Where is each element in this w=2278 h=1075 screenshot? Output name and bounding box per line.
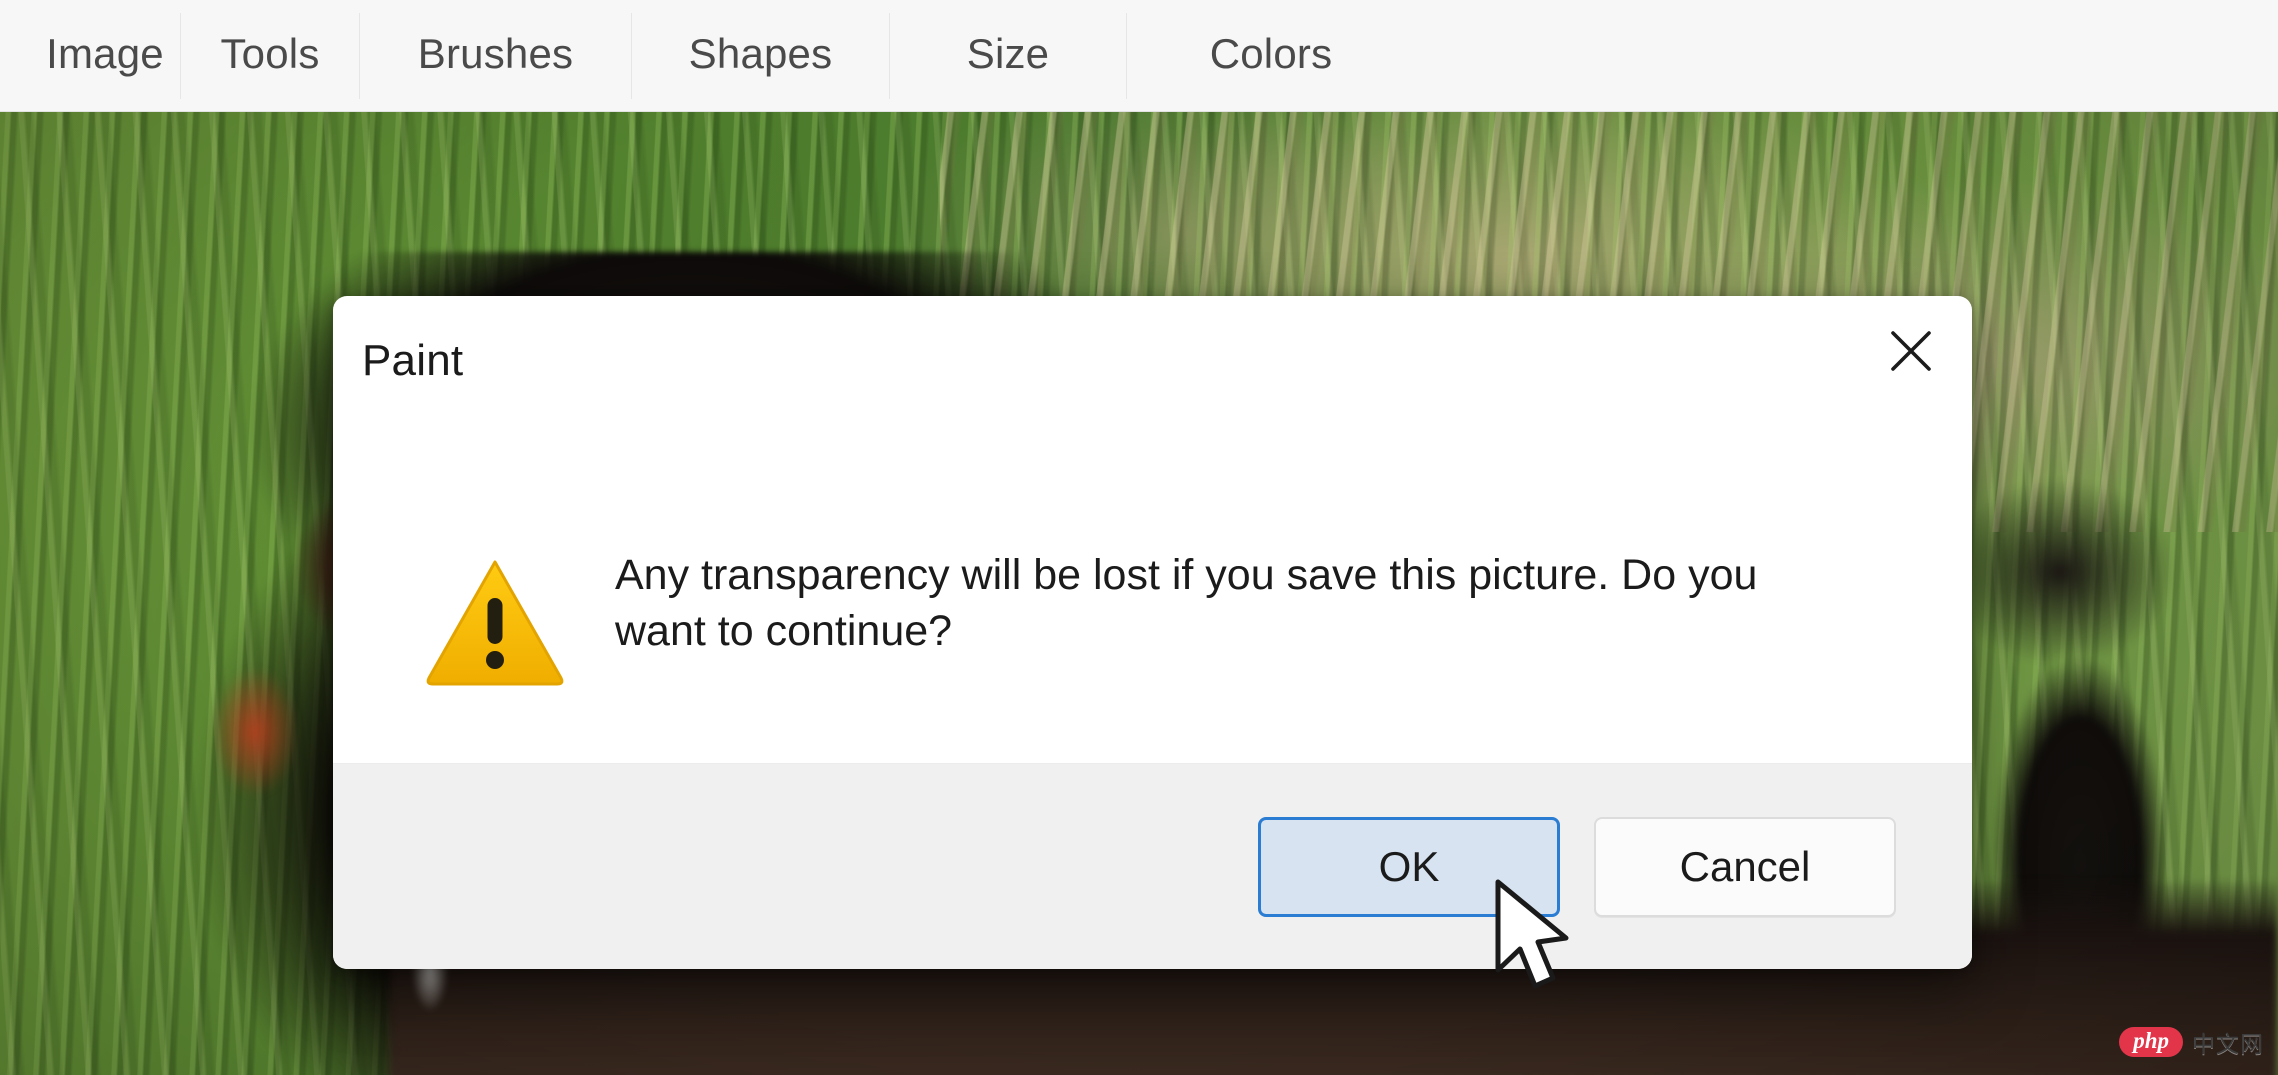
close-icon: [1888, 328, 1934, 374]
toolbar-item-tools[interactable]: Tools: [181, 0, 359, 114]
close-button[interactable]: [1874, 320, 1948, 382]
dialog-footer: OK Cancel: [333, 763, 1972, 969]
paint-toolbar: Image Tools Brushes Shapes Size Colors: [0, 0, 2278, 112]
toolbar-item-label: Shapes: [688, 29, 833, 77]
ok-button-label: OK: [1378, 842, 1440, 890]
toolbar-item-size[interactable]: Size: [890, 0, 1126, 114]
watermark: php 中文网: [2119, 1025, 2264, 1059]
watermark-suffix: 中文网: [2192, 1031, 2264, 1057]
toolbar-item-shapes[interactable]: Shapes: [632, 0, 889, 114]
toolbar-item-colors[interactable]: Colors: [1127, 0, 1415, 114]
cancel-button-label: Cancel: [1679, 842, 1811, 890]
toolbar-item-image[interactable]: Image: [30, 0, 180, 114]
dialog-message: Any transparency will be lost if you sav…: [615, 551, 1758, 655]
ok-button[interactable]: OK: [1258, 816, 1560, 917]
dialog-header: Paint: [333, 296, 1972, 426]
toolbar-item-label: Image: [46, 29, 164, 77]
dialog-body: Any transparency will be lost if you sav…: [333, 426, 1972, 763]
warning-triangle-icon: [425, 556, 565, 688]
app-window: Image Tools Brushes Shapes Size Colors P…: [0, 0, 2278, 1075]
dialog-title: Paint: [362, 336, 464, 385]
toolbar-item-label: Size: [966, 29, 1050, 77]
toolbar-item-label: Colors: [1209, 29, 1333, 77]
toolbar-item-label: Brushes: [417, 29, 574, 77]
paint-confirmation-dialog: Paint Any transparency will be lost if y…: [333, 296, 1972, 969]
cancel-button[interactable]: Cancel: [1594, 816, 1896, 917]
toolbar-item-label: Tools: [220, 29, 320, 77]
toolbar-item-brushes[interactable]: Brushes: [360, 0, 631, 114]
watermark-brand: php: [2119, 1026, 2183, 1058]
